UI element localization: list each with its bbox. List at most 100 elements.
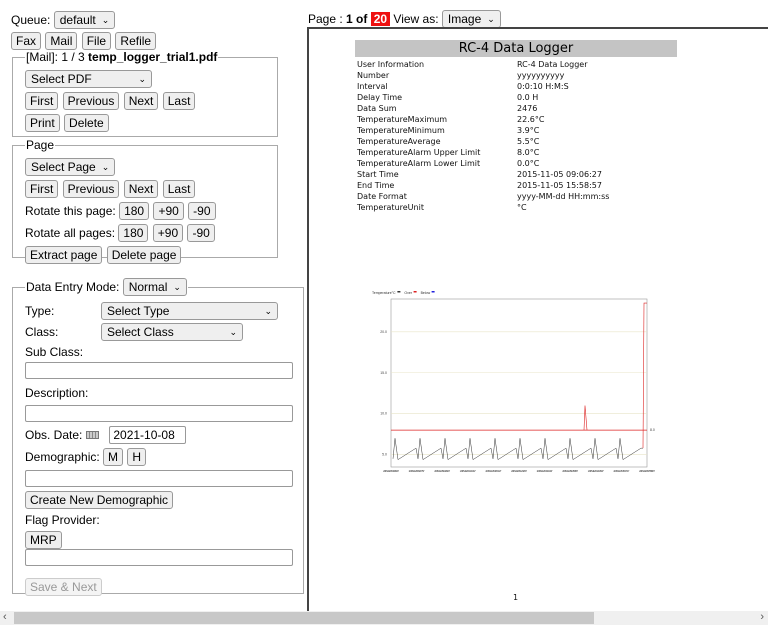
page-last-button[interactable]: Last	[162, 180, 196, 198]
x-tick-label: 2015-11-05 12:32:37	[511, 469, 527, 473]
rotate-this-plus90-button[interactable]: +90	[153, 202, 184, 220]
type-select[interactable]: Select Type ⌄	[101, 302, 278, 320]
subclass-label: Sub Class:	[25, 345, 84, 359]
info-key: Interval	[357, 82, 388, 91]
info-key: User Information	[357, 60, 425, 69]
info-value: 22.6°C	[517, 115, 545, 124]
demographic-input[interactable]	[25, 470, 293, 487]
rotate-all-plus90-button[interactable]: +90	[152, 224, 184, 242]
viewer-toolbar: Page : 1 of 20 View as: Image ⌄	[308, 10, 501, 28]
view-as-select[interactable]: Image ⌄	[441, 10, 501, 28]
obs-date-input[interactable]: 2021-10-08	[109, 426, 187, 444]
mode-select[interactable]: Normal ⌄	[122, 278, 187, 296]
scroll-right-icon[interactable]: ›	[760, 611, 764, 623]
provider-input[interactable]	[25, 549, 293, 566]
document-info-row: User Information RC-4 Data Logger	[357, 59, 687, 70]
current-page: 1	[346, 12, 353, 26]
page-fieldset: Page Select Page ⌄ First Previous Next La…	[12, 138, 278, 264]
document-info-row: TemperatureMaximum 22.6°C	[357, 114, 687, 125]
info-key: Start Time	[357, 170, 399, 179]
info-value: 8.0°C	[517, 148, 540, 157]
mail-button[interactable]: Mail	[45, 32, 78, 50]
file-button[interactable]: File	[81, 32, 112, 50]
description-label: Description:	[25, 386, 89, 400]
print-button[interactable]: Print	[25, 114, 60, 132]
type-label: Type:	[25, 304, 55, 318]
info-key: Data Sum	[357, 104, 397, 113]
document-info-row: Interval 0:0:10 H:M:S	[357, 81, 687, 92]
info-value: 5.5°C	[517, 137, 540, 146]
scroll-left-icon[interactable]: ‹	[3, 611, 7, 623]
info-key: TemperatureUnit	[357, 203, 424, 212]
info-key: End Time	[357, 181, 395, 190]
info-key: Delay Time	[357, 93, 403, 102]
page-next-button[interactable]: Next	[123, 180, 159, 198]
legend-label: Temperature°C	[372, 291, 396, 295]
save-next-button[interactable]: Save & Next	[25, 578, 102, 596]
document-info-row: TemperatureUnit °C	[357, 202, 687, 213]
document-info-row: TemperatureAverage 5.5°C	[357, 136, 687, 147]
queue-label: Queue:	[11, 13, 51, 27]
mode-value: Normal	[128, 280, 168, 294]
chevron-down-icon: ⌄	[487, 14, 495, 24]
refile-button[interactable]: Refile	[115, 32, 157, 50]
document-info-row: Start Time 2015-11-05 09:06:27	[357, 169, 687, 180]
x-tick-label: 2015-11-05 13:54:57	[562, 469, 578, 473]
mail-legend: [Mail]: 1 / 3 temp_logger_trial1.pdf	[25, 50, 218, 64]
demographic-h-button[interactable]: H	[127, 448, 147, 466]
select-page[interactable]: Select Page ⌄	[25, 158, 116, 176]
pdf-previous-button[interactable]: Previous	[62, 92, 120, 110]
document-info-row: End Time 2015-11-05 15:58:57	[357, 180, 687, 191]
x-tick-label: 2015-11-05 15:17:17	[613, 469, 629, 473]
type-value: Select Type	[107, 304, 170, 318]
rotate-all-label: Rotate all pages:	[25, 226, 116, 240]
select-page-value: Select Page	[31, 160, 96, 174]
pdf-first-button[interactable]: First	[25, 92, 59, 110]
info-key: Date Format	[357, 192, 407, 201]
rotate-this-180-button[interactable]: 180	[119, 202, 150, 220]
delete-button[interactable]: Delete	[64, 114, 109, 132]
demographic-m-button[interactable]: M	[103, 448, 124, 466]
select-pdf[interactable]: Select PDF ⌄	[25, 70, 152, 88]
queue-row: Queue: default ⌄	[11, 11, 116, 29]
x-tick-label: 2015-11-05 11:10:17	[460, 469, 476, 473]
calendar-icon[interactable]	[86, 431, 100, 439]
legend-swatch	[431, 291, 435, 293]
mrp-button[interactable]: MRP	[25, 531, 62, 549]
create-demographic-button[interactable]: Create New Demographic	[25, 491, 174, 509]
info-key: TemperatureAverage	[357, 137, 441, 146]
document-info-row: TemperatureMinimum 3.9°C	[357, 125, 687, 136]
info-value: 0.0°C	[517, 159, 540, 168]
pdf-next-button[interactable]: Next	[123, 92, 159, 110]
subclass-input[interactable]	[25, 362, 293, 379]
legend-label: Below	[421, 291, 431, 295]
page-previous-button[interactable]: Previous	[62, 180, 120, 198]
horizontal-scrollbar[interactable]: ‹ ›	[0, 611, 768, 625]
class-select[interactable]: Select Class ⌄	[101, 323, 243, 341]
info-value: RC-4 Data Logger	[517, 60, 588, 69]
upper-limit-label: 8.0	[650, 428, 655, 432]
rotate-all-180-button[interactable]: 180	[118, 224, 149, 242]
document-info-row: TemperatureAlarm Lower Limit 0.0°C	[357, 158, 687, 169]
queue-select[interactable]: default ⌄	[53, 11, 116, 29]
rotate-all-minus90-button[interactable]: -90	[187, 224, 215, 242]
queue-value: default	[59, 13, 96, 27]
document-info-row: Data Sum 2476	[357, 103, 687, 114]
chevron-down-icon: ⌄	[229, 327, 237, 337]
rotate-this-minus90-button[interactable]: -90	[188, 202, 216, 220]
description-input[interactable]	[25, 405, 293, 422]
document-viewer: RC-4 Data Logger User Information RC-4 Da…	[307, 27, 768, 612]
scrollbar-thumb[interactable]	[14, 612, 594, 624]
y-tick-label: 15.0	[380, 371, 387, 375]
info-value: 2015-11-05 09:06:27	[517, 170, 602, 179]
document-info-row: TemperatureAlarm Upper Limit 8.0°C	[357, 147, 687, 158]
document-info-row: Number yyyyyyyyyy	[357, 70, 687, 81]
page-first-button[interactable]: First	[25, 180, 59, 198]
x-tick-label: 2015-11-05 09:47:57	[409, 469, 425, 473]
x-tick-label: 2015-11-05 11:51:27	[485, 469, 501, 473]
fax-button[interactable]: Fax	[11, 32, 42, 50]
pdf-last-button[interactable]: Last	[162, 92, 196, 110]
extract-page-button[interactable]: Extract page	[25, 246, 103, 264]
delete-page-button[interactable]: Delete page	[106, 246, 182, 264]
info-value: 3.9°C	[517, 126, 540, 135]
